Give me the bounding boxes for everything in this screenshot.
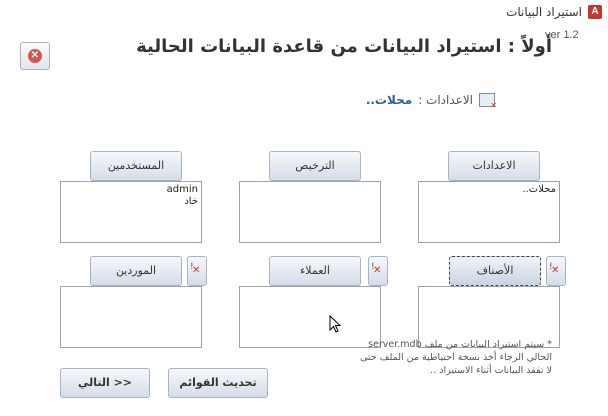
close-icon: ✕ bbox=[28, 49, 42, 63]
refresh-lists-button[interactable]: تحديث القوائم bbox=[168, 368, 268, 398]
delete-customers-button[interactable]: ! ✕ bbox=[368, 256, 388, 286]
list-item[interactable]: admin bbox=[64, 184, 198, 196]
delete-icon: ✕ bbox=[373, 265, 382, 276]
title-bar: A استيراد البيانات bbox=[0, 0, 608, 26]
mouse-cursor-icon bbox=[329, 315, 341, 333]
import-note: * سيتم استيراد البيانات من ملف server.md… bbox=[359, 339, 552, 376]
list-item[interactable]: محلات.. bbox=[422, 184, 556, 196]
suppliers-list[interactable] bbox=[60, 286, 202, 348]
license-button[interactable]: الترخيص bbox=[269, 151, 361, 181]
delete-suppliers-button[interactable]: ! ✕ bbox=[187, 256, 207, 286]
settings-value: محلات.. bbox=[365, 93, 413, 107]
delete-categories-button[interactable]: ! ✕ bbox=[546, 256, 566, 286]
users-button[interactable]: المستخدمين bbox=[90, 151, 182, 181]
settings-indicator: الاعدادات : محلات.. bbox=[365, 93, 497, 110]
suppliers-button[interactable]: الموردين bbox=[90, 256, 182, 286]
delete-icon: ✕ bbox=[551, 265, 560, 276]
customers-button[interactable]: العملاء bbox=[269, 256, 361, 286]
close-button[interactable]: ✕ bbox=[20, 42, 50, 70]
next-button[interactable]: التالي >> bbox=[60, 368, 150, 398]
settings-label: الاعدادات : bbox=[418, 93, 473, 107]
settings-icon bbox=[479, 93, 497, 110]
page-title: أولاً : استيراد البيانات من قاعدة البيان… bbox=[136, 36, 552, 57]
categories-button[interactable]: الأصناف bbox=[449, 256, 541, 286]
settings-button[interactable]: الاعدادات bbox=[448, 151, 540, 181]
settings-list[interactable]: محلات.. bbox=[418, 181, 560, 243]
delete-icon: ✕ bbox=[192, 265, 201, 276]
list-item[interactable]: خاد bbox=[64, 196, 198, 208]
access-app-icon: A bbox=[588, 5, 602, 19]
users-list[interactable]: admin خاد bbox=[60, 181, 202, 243]
window-title: استيراد البيانات bbox=[506, 5, 582, 19]
license-list[interactable] bbox=[239, 181, 381, 243]
